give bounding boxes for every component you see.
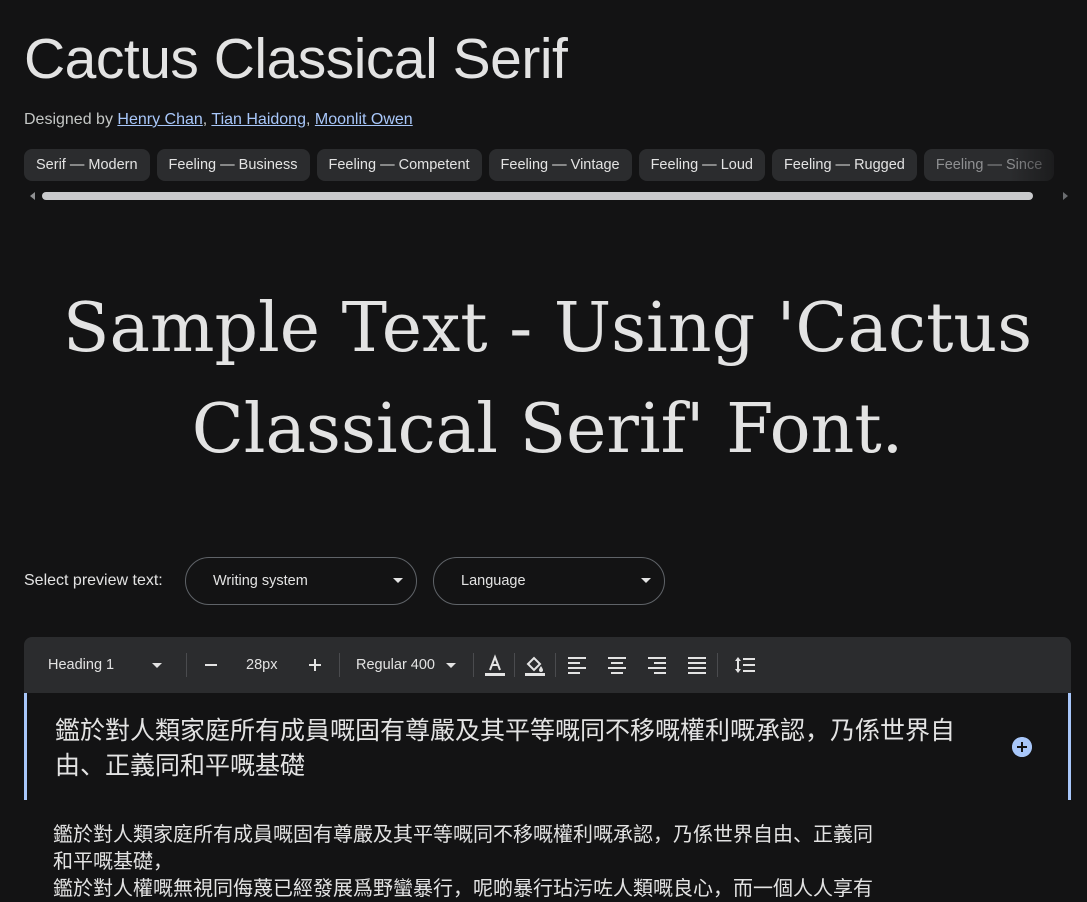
line-height-icon[interactable]: [733, 653, 757, 677]
designer-link-tian-haidong[interactable]: Tian Haidong: [211, 111, 306, 128]
chip-fade-overlay: [1010, 149, 1087, 182]
align-center-icon[interactable]: [606, 653, 628, 677]
decrease-size-icon[interactable]: [202, 653, 220, 677]
scrollbar-thumb[interactable]: [42, 192, 1033, 200]
align-justify-icon[interactable]: [686, 653, 708, 677]
writing-system-value: Writing system: [213, 573, 308, 589]
font-weight-value: Regular 400: [356, 657, 435, 673]
toolbar-divider: [339, 653, 340, 677]
sample-text-preview[interactable]: Sample Text - Using 'Cactus Classical Se…: [24, 278, 1071, 480]
paragraph-line: 和平嘅基礎，: [53, 849, 173, 873]
tag-chip[interactable]: Feeling — Competent: [316, 149, 482, 181]
align-right-icon[interactable]: [646, 653, 668, 677]
highlight-color-icon[interactable]: [524, 653, 546, 677]
tag-chip[interactable]: Serif — Modern: [24, 149, 150, 181]
sample-text-line-1: Sample Text - Using 'Cactus: [62, 289, 1033, 368]
text-style-select[interactable]: Heading 1: [48, 637, 168, 693]
text-style-value: Heading 1: [48, 657, 115, 673]
tag-chip[interactable]: Feeling — Rugged: [771, 149, 917, 181]
paragraph-line: 鑑於對人權嘅無視同侮蔑已經發展爲野蠻暴行，呢啲暴行玷污咗人類嘅良心，而一個人人享…: [53, 876, 873, 900]
toolbar-divider: [555, 653, 556, 677]
tag-chip[interactable]: Feeling — Loud: [638, 149, 765, 181]
designers-line: Designed by Henry Chan, Tian Haidong, Mo…: [24, 111, 413, 128]
font-weight-select[interactable]: Regular 400: [356, 637, 466, 693]
font-size-value[interactable]: 28px: [246, 637, 277, 693]
scroll-left-arrow-icon[interactable]: [30, 192, 35, 200]
add-block-icon[interactable]: [1012, 737, 1032, 757]
sample-text-line-2: Classical Serif' Font.: [191, 390, 904, 469]
designed-by-label: Designed by: [24, 111, 113, 128]
increase-size-icon[interactable]: [306, 653, 324, 677]
scroll-right-arrow-icon[interactable]: [1063, 192, 1068, 200]
paragraph-line: 鑑於對人類家庭所有成員嘅固有尊嚴及其平等嘅同不移嘅權利嘅承認，乃係世界自由、正義…: [53, 822, 873, 846]
toolbar-divider: [514, 653, 515, 677]
chip-scrollbar[interactable]: [24, 189, 1071, 203]
chevron-down-icon: [446, 663, 456, 668]
dropdown-arrow-icon: [393, 578, 403, 583]
paragraph-preview-text[interactable]: 鑑於對人類家庭所有成員嘅固有尊嚴及其平等嘅同不移嘅權利嘅承認，乃係世界自由、正義…: [53, 821, 963, 902]
tag-chip[interactable]: Feeling — Vintage: [488, 149, 632, 181]
designer-link-henry-chan[interactable]: Henry Chan: [117, 111, 202, 128]
font-title: Cactus Classical Serif: [24, 27, 568, 91]
text-color-icon[interactable]: [484, 653, 506, 677]
toolbar-divider: [717, 653, 718, 677]
writing-system-select[interactable]: Writing system: [185, 557, 417, 605]
chevron-down-icon: [152, 663, 162, 668]
designer-link-moonlit-owen[interactable]: Moonlit Owen: [315, 111, 413, 128]
toolbar-divider: [473, 653, 474, 677]
align-left-icon[interactable]: [566, 653, 588, 677]
tag-chip-list: Serif — Modern Feeling — Business Feeling …: [24, 149, 1071, 182]
tag-chip[interactable]: Feeling — Business: [156, 149, 310, 181]
language-value: Language: [461, 573, 526, 589]
preview-text-label: Select preview text:: [24, 572, 163, 589]
toolbar-divider: [186, 653, 187, 677]
language-select[interactable]: Language: [433, 557, 665, 605]
dropdown-arrow-icon: [641, 578, 651, 583]
heading-preview-text[interactable]: 鑑於對人類家庭所有成員嘅固有尊嚴及其平等嘅同不移嘅權利嘅承認，乃係世界自由、正義…: [55, 713, 955, 783]
active-heading-block[interactable]: 鑑於對人類家庭所有成員嘅固有尊嚴及其平等嘅同不移嘅權利嘅承認，乃係世界自由、正義…: [24, 693, 1071, 800]
text-format-toolbar: Heading 1 28px Regular 400: [24, 637, 1071, 693]
